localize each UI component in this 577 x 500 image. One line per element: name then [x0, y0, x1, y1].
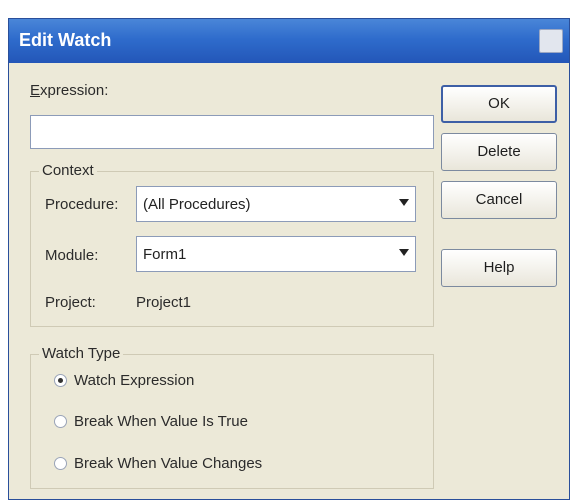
- procedure-value: (All Procedures): [143, 196, 251, 213]
- watch-expression-label: Watch Expression: [74, 372, 195, 389]
- radio-unchecked-icon[interactable]: [54, 415, 67, 428]
- chevron-down-icon[interactable]: [399, 199, 409, 206]
- expression-label-text: xpression:: [40, 82, 109, 99]
- delete-button[interactable]: Delete: [441, 133, 557, 171]
- context-group-title: Context: [39, 162, 97, 179]
- break-when-true-label: Break When Value Is True: [74, 413, 248, 430]
- ok-button[interactable]: OK: [441, 85, 557, 123]
- radio-checked-icon[interactable]: [54, 374, 67, 387]
- procedure-label: Procedure:: [45, 196, 119, 213]
- expression-input[interactable]: [30, 115, 434, 149]
- project-value: Project1: [136, 294, 192, 311]
- module-label: Module:: [45, 247, 99, 264]
- expression-label: Expression:: [30, 82, 109, 99]
- edit-watch-dialog: Edit Watch Expression: Context Procedure…: [8, 18, 570, 500]
- help-button[interactable]: Help: [441, 249, 557, 287]
- module-select[interactable]: Form1: [136, 236, 416, 272]
- chevron-down-icon[interactable]: [399, 249, 409, 256]
- title-bar[interactable]: Edit Watch: [9, 19, 569, 63]
- watch-type-group-title: Watch Type: [39, 345, 124, 362]
- window-title: Edit Watch: [19, 30, 112, 50]
- procedure-select[interactable]: (All Procedures): [136, 186, 416, 222]
- break-when-changes-label: Break When Value Changes: [74, 455, 263, 472]
- cancel-button[interactable]: Cancel: [441, 181, 557, 219]
- close-button[interactable]: [539, 29, 563, 53]
- module-value: Form1: [143, 246, 187, 263]
- project-label: Project:: [45, 294, 96, 311]
- radio-unchecked-icon[interactable]: [54, 457, 67, 470]
